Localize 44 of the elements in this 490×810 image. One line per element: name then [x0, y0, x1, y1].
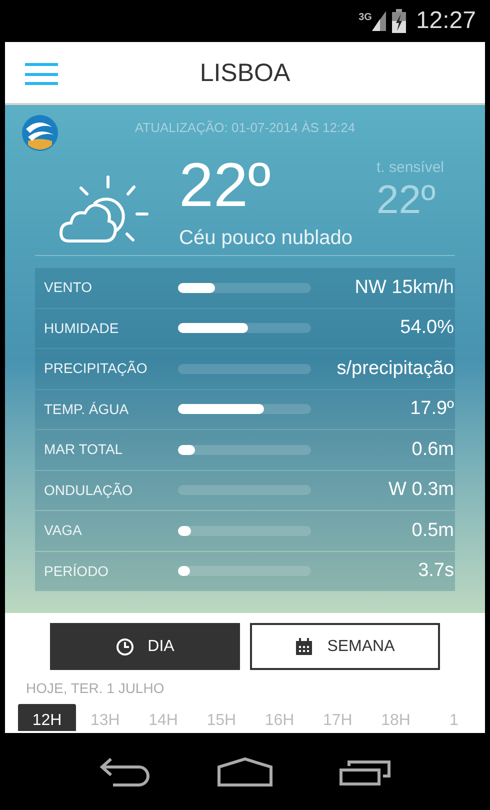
- metric-label: ONDULAÇÃO: [44, 480, 134, 500]
- view-tab[interactable]: DIA: [50, 623, 240, 670]
- hour-tab[interactable]: 13H: [76, 704, 134, 731]
- hour-tab[interactable]: 1: [424, 704, 483, 731]
- clock-time: 12:27: [416, 6, 476, 36]
- metric-label: VAGA: [44, 521, 83, 540]
- partly-cloudy-icon: [59, 175, 149, 245]
- metric-value: 54.0%: [399, 316, 454, 340]
- feels-like-label: t. sensível: [376, 158, 444, 178]
- hour-tab[interactable]: 18H: [366, 704, 425, 731]
- update-time: ATUALIZAÇÃO: 01-07-2014 ÀS 12:24: [134, 119, 356, 138]
- hour-tab[interactable]: 14H: [134, 704, 192, 731]
- metric-value: 17.9º: [409, 397, 454, 421]
- home-icon[interactable]: [217, 756, 273, 786]
- metric-value: NW 15km/h: [354, 276, 454, 300]
- logo-icon: [22, 115, 58, 151]
- metric-label: VENTO: [44, 278, 93, 298]
- city-title: LISBOA: [200, 58, 290, 89]
- hour-tab[interactable]: 16H: [250, 704, 309, 731]
- temperature: 22º: [179, 155, 272, 217]
- back-icon[interactable]: [99, 756, 151, 786]
- metric-value: s/precipitação: [336, 356, 454, 380]
- metric-label: HUMIDADE: [44, 318, 120, 338]
- battery-charging-icon: [392, 9, 406, 33]
- metric-label: TEMP. ÁGUA: [44, 400, 130, 419]
- view-tab[interactable]: SEMANA: [250, 623, 440, 670]
- clock-icon: [116, 638, 134, 656]
- weather-condition: Céu pouco nublado: [179, 226, 352, 251]
- metric-label: PRECIPITAÇÃO: [44, 359, 148, 378]
- metric-value: 0.6m: [410, 438, 454, 462]
- metric-label: MAR TOTAL: [44, 440, 124, 460]
- hour-tab[interactable]: 12H: [18, 704, 76, 731]
- metric-value: 3.7s: [417, 559, 454, 583]
- recent-apps-icon[interactable]: [339, 758, 391, 786]
- hour-tab[interactable]: 15H: [192, 704, 250, 731]
- metric-value: 0.5m: [410, 518, 454, 542]
- metric-value: W 0.3m: [388, 478, 454, 502]
- metric-label: PERÍODO: [44, 562, 110, 581]
- network-type: 3G: [358, 13, 372, 23]
- day-label: HOJE, TER. 1 JULHO: [25, 679, 166, 698]
- hour-tab[interactable]: 17H: [308, 704, 367, 731]
- calendar-icon: [295, 638, 314, 656]
- feels-like-value: 22º: [376, 180, 437, 220]
- signal-icon: [372, 11, 386, 31]
